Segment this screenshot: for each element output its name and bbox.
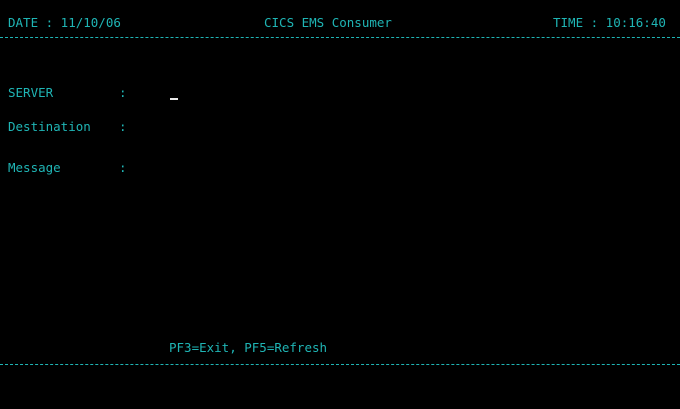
message-label: Message [8, 160, 61, 175]
footer-divider [0, 364, 680, 365]
server-input[interactable] [169, 86, 669, 100]
date-label: DATE : 11/10/06 [8, 15, 121, 30]
screen-title: CICS EMS Consumer [264, 15, 392, 30]
time-label: TIME : 10:16:40 [553, 15, 666, 30]
message-input[interactable] [169, 161, 669, 175]
text-cursor [170, 98, 178, 100]
destination-input[interactable] [169, 120, 669, 134]
message-separator: : [119, 160, 127, 175]
destination-separator: : [119, 119, 127, 134]
server-separator: : [119, 85, 127, 100]
server-label: SERVER [8, 85, 54, 100]
function-key-legend: PF3=Exit, PF5=Refresh [169, 340, 328, 355]
header-divider [0, 37, 680, 38]
terminal-screen: DATE : 11/10/06 CICS EMS Consumer TIME :… [0, 0, 680, 409]
destination-label: Destination [8, 119, 91, 134]
